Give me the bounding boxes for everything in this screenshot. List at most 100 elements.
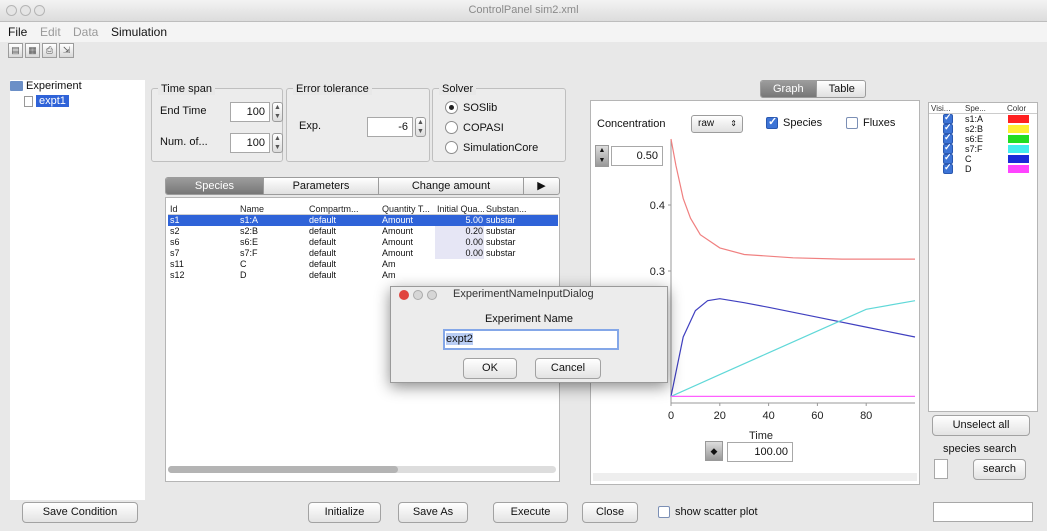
tab-graph[interactable]: Graph: [761, 81, 817, 97]
cell-compartment: default: [309, 226, 337, 236]
cancel-button[interactable]: Cancel: [535, 358, 601, 379]
folder-icon: [10, 81, 23, 91]
experiment-name-input[interactable]: expt2: [443, 329, 619, 350]
x-tick-label: 20: [714, 410, 726, 422]
fluxes-checkbox[interactable]: Fluxes: [846, 117, 895, 129]
xmax-stepper[interactable]: ◆: [705, 441, 723, 461]
column-header[interactable]: Id: [168, 204, 238, 214]
tab-table[interactable]: Table: [817, 81, 865, 97]
menu-edit[interactable]: Edit: [40, 25, 61, 39]
cell-compartment: default: [309, 248, 337, 258]
search-button[interactable]: search: [973, 459, 1026, 480]
dialog-zoom-icon[interactable]: [427, 290, 437, 300]
radio-icon: [445, 121, 458, 134]
scrollbar-thumb[interactable]: [168, 466, 398, 473]
tree-item-label: expt1: [36, 95, 69, 107]
solver-option-soslib[interactable]: SOSlib: [445, 101, 497, 114]
num-points-field[interactable]: 100: [230, 133, 270, 153]
color-swatch[interactable]: [1008, 135, 1029, 143]
cell-initial-quantity[interactable]: [435, 270, 484, 281]
column-header[interactable]: Initial Qua...: [435, 204, 484, 214]
dialog-close-icon[interactable]: [399, 290, 409, 300]
experiment-tree: Experiment expt1: [10, 80, 145, 500]
horizontal-scrollbar[interactable]: [168, 466, 556, 473]
select-arrows-icon: ⇕: [730, 119, 737, 128]
column-header[interactable]: Quantity T...: [380, 204, 435, 214]
xmax-field[interactable]: 100.00: [727, 442, 793, 462]
table-row[interactable]: s7 s7:F default Amount 0.00 substar: [168, 248, 558, 259]
legend-header-species[interactable]: Spe...: [965, 103, 1007, 113]
menu-data[interactable]: Data: [73, 25, 98, 39]
color-swatch[interactable]: [1008, 155, 1029, 163]
menu-file[interactable]: File: [8, 25, 27, 39]
file-icon: [24, 95, 33, 107]
save-condition-button[interactable]: Save Condition: [22, 502, 138, 523]
x-tick-label: 40: [762, 410, 774, 422]
species-search-label: species search: [943, 443, 1017, 455]
column-header[interactable]: Compartm...: [307, 204, 380, 214]
visibility-checkbox[interactable]: [943, 162, 953, 174]
series-line-s7f: [670, 300, 916, 397]
column-header[interactable]: Substan...: [484, 204, 527, 214]
end-time-field[interactable]: 100: [230, 102, 270, 122]
column-header[interactable]: Name: [238, 204, 307, 214]
tree-item-expt1[interactable]: expt1: [24, 95, 69, 107]
legend-row[interactable]: D: [929, 162, 1037, 174]
cell-id: s7: [170, 248, 180, 258]
menu-simulation[interactable]: Simulation: [111, 25, 167, 39]
table-row[interactable]: s1 s1:A default Amount 5.00 substar: [168, 215, 558, 226]
cell-initial-quantity[interactable]: [435, 259, 484, 270]
species-checkbox[interactable]: Species: [766, 115, 823, 129]
cell-id: s12: [170, 270, 185, 280]
show-scatter-plot-label: show scatter plot: [675, 506, 758, 518]
ok-button[interactable]: OK: [463, 358, 517, 379]
legend-species-name: s7:F: [965, 144, 983, 154]
solver-option-simulationcore[interactable]: SimulationCore: [445, 141, 538, 154]
cell-initial-quantity[interactable]: 0.20: [435, 226, 484, 237]
tab-species[interactable]: Species: [166, 178, 264, 194]
table-row[interactable]: s6 s6:E default Amount 0.00 substar: [168, 237, 558, 248]
table-row[interactable]: s12 D default Am: [168, 270, 558, 281]
cell-initial-quantity[interactable]: 0.00: [435, 248, 484, 259]
save-as-button[interactable]: Save As: [398, 502, 468, 523]
tab-more-arrow[interactable]: ▶: [524, 178, 559, 194]
tree-root-experiment[interactable]: Experiment: [10, 80, 82, 92]
show-scatter-plot-checkbox[interactable]: show scatter plot: [658, 506, 758, 518]
tab-parameters[interactable]: Parameters: [264, 178, 379, 194]
unselect-all-button[interactable]: Unselect all: [932, 415, 1030, 436]
checkbox-icon: [766, 115, 778, 129]
cell-compartment: default: [309, 259, 337, 269]
initialize-button[interactable]: Initialize: [308, 502, 381, 523]
end-time-label: End Time: [160, 105, 207, 117]
x-tick-label: 0: [668, 410, 674, 422]
color-swatch[interactable]: [1008, 115, 1029, 123]
table-row[interactable]: s11 C default Am: [168, 259, 558, 270]
series-line-s1a: [670, 138, 915, 260]
graph-scrollbar[interactable]: [593, 473, 917, 481]
save-icon[interactable]: ▦: [25, 43, 40, 58]
time-span-group: Time span End Time 100 ▲ ▼ Num. of... 100…: [151, 83, 283, 162]
tab-change-amount[interactable]: Change amount: [379, 178, 524, 194]
legend-header-color[interactable]: Color: [1007, 103, 1037, 113]
open-icon[interactable]: ▤: [8, 43, 23, 58]
exp-stepper[interactable]: ▲ ▼: [415, 117, 426, 137]
end-time-stepper[interactable]: ▲ ▼: [272, 102, 283, 122]
cell-initial-quantity[interactable]: 5.00: [435, 215, 484, 226]
species-checkbox-label: Species: [783, 117, 823, 129]
cell-initial-quantity[interactable]: 0.00: [435, 237, 484, 248]
color-swatch[interactable]: [1008, 125, 1029, 133]
solver-option-copasi[interactable]: COPASI: [445, 121, 504, 134]
print-icon[interactable]: ⎙: [42, 43, 57, 58]
exp-field[interactable]: -6: [367, 117, 413, 137]
cell-quantity-type: Amount: [382, 226, 414, 236]
dialog-minimize-icon[interactable]: [413, 290, 423, 300]
export-icon[interactable]: ⇲: [59, 43, 74, 58]
color-swatch[interactable]: [1008, 165, 1029, 173]
color-swatch[interactable]: [1008, 145, 1029, 153]
table-row[interactable]: s2 s2:B default Amount 0.20 substar: [168, 226, 558, 237]
close-button[interactable]: Close: [582, 502, 638, 523]
cell-name: s6:E: [240, 237, 259, 247]
execute-button[interactable]: Execute: [493, 502, 568, 523]
num-points-stepper[interactable]: ▲ ▼: [272, 133, 283, 153]
species-search-input[interactable]: [934, 459, 948, 479]
